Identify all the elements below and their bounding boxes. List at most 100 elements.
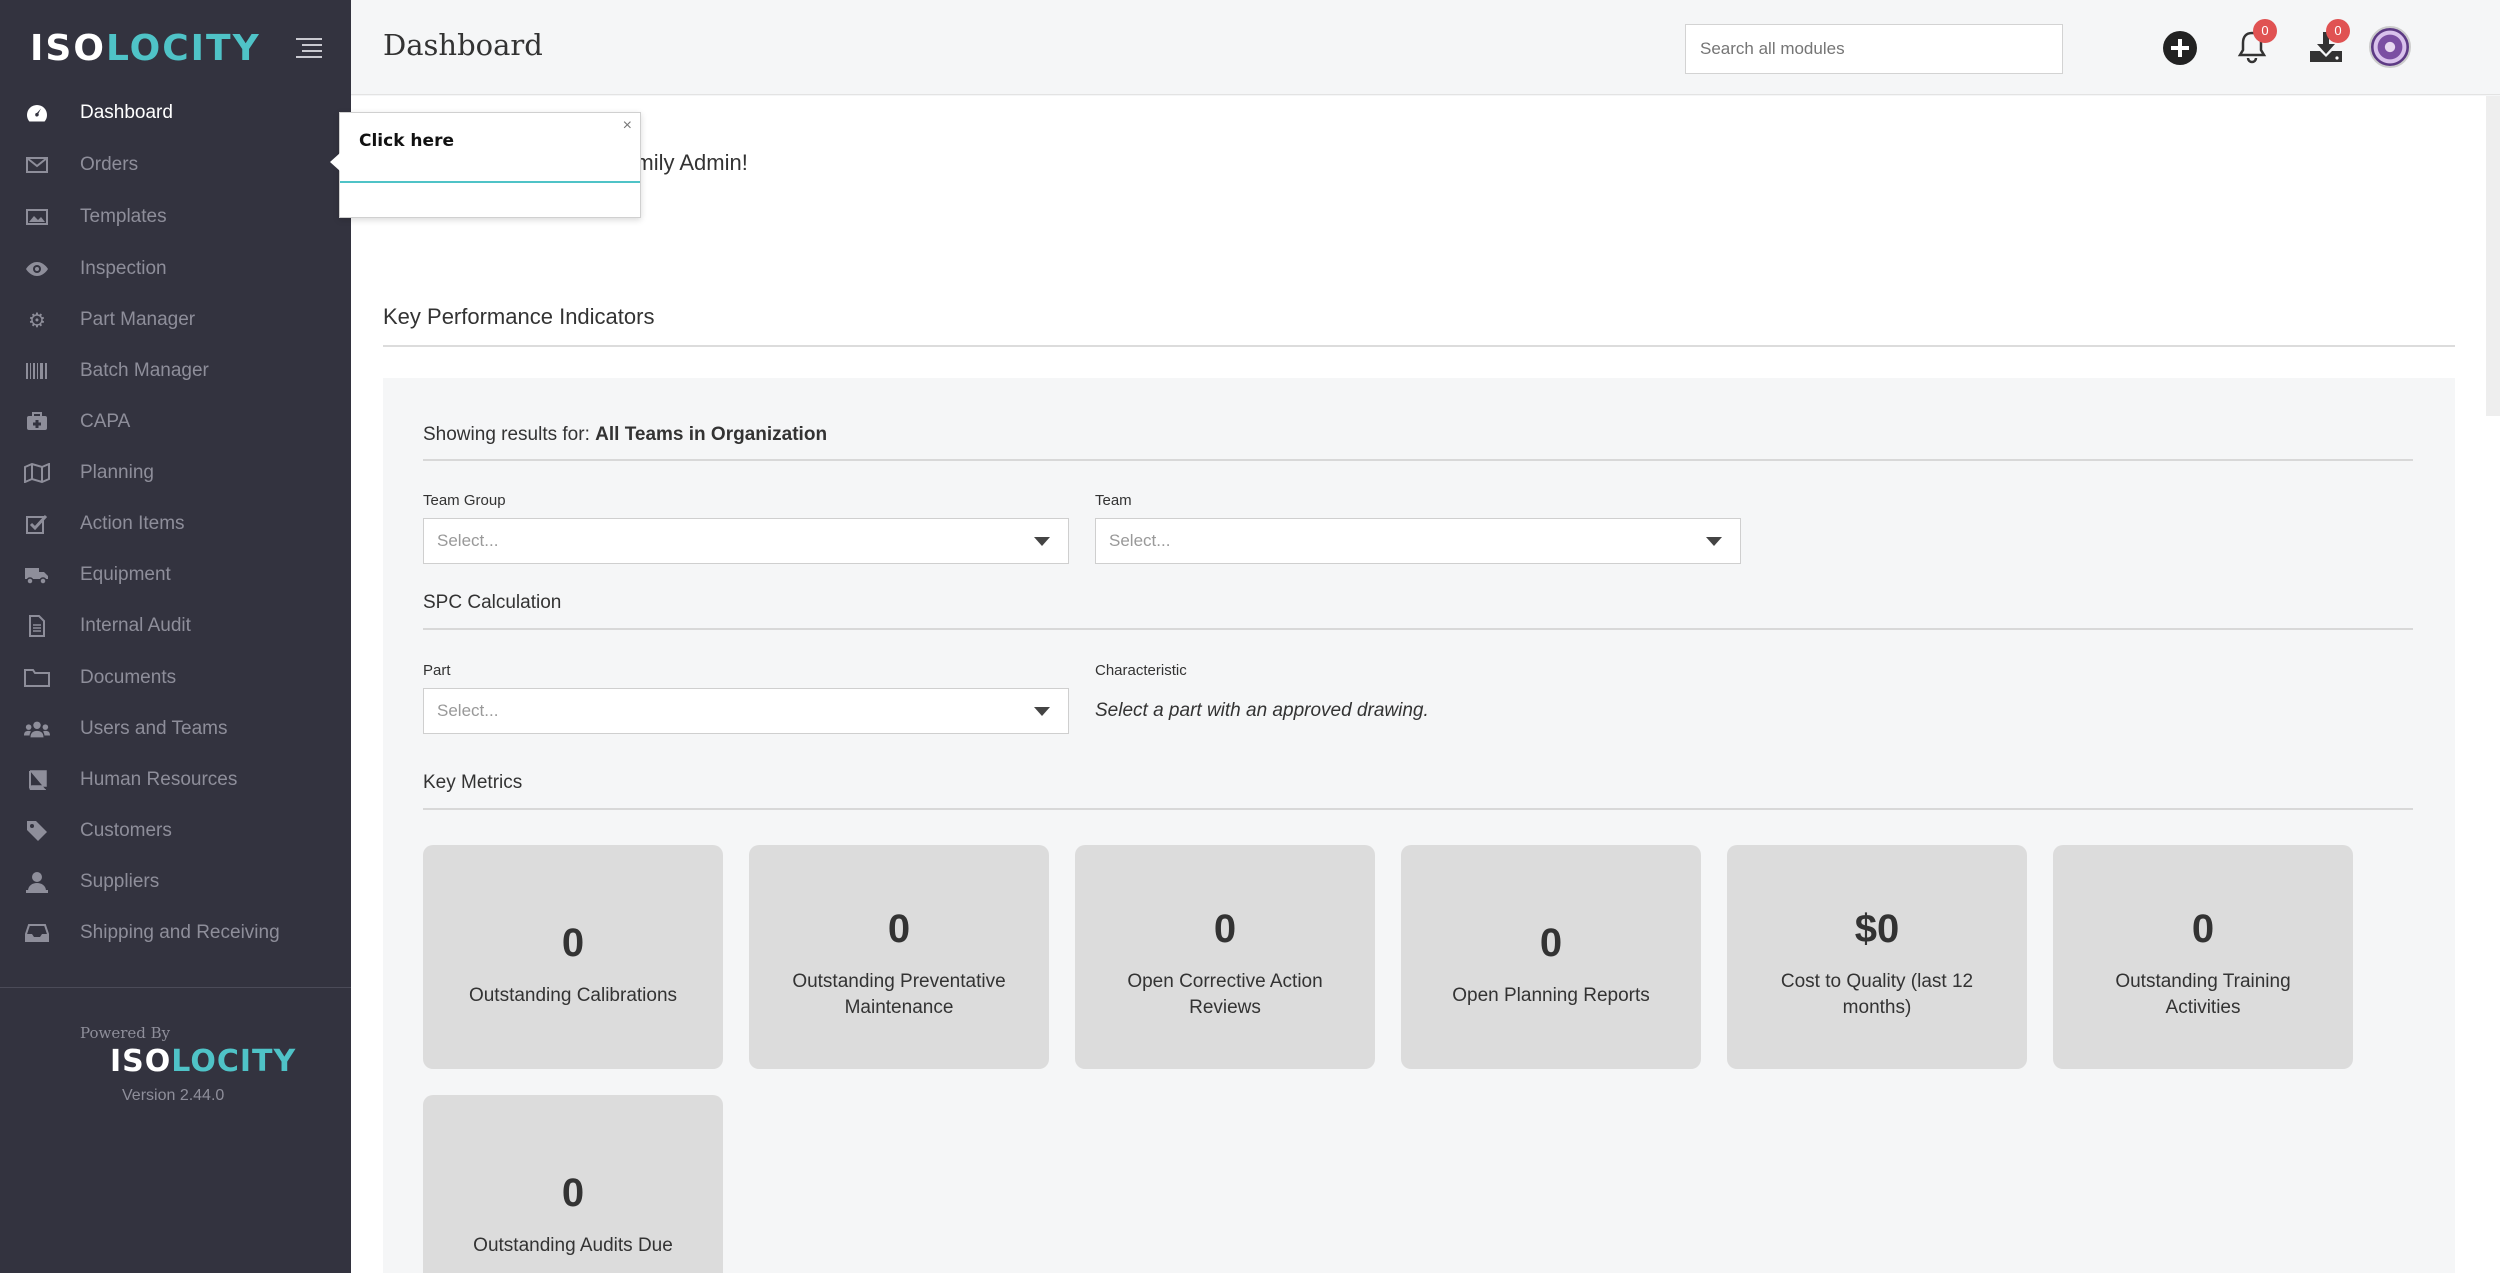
sidebar-item-action-items[interactable]: Action Items — [0, 499, 351, 549]
sidebar-item-orders[interactable]: Orders — [0, 140, 351, 190]
book-icon — [24, 769, 50, 791]
sidebar-item-label: Equipment — [80, 564, 171, 585]
tray-icon — [24, 922, 50, 944]
dashboard-icon — [24, 102, 50, 124]
showing-results: Showing results for: All Teams in Organi… — [423, 424, 828, 445]
tooltip-underline — [340, 181, 640, 183]
sidebar-item-label: Customers — [80, 820, 172, 841]
sidebar-item-templates[interactable]: Templates — [0, 192, 351, 242]
sidebar-item-label: Planning — [80, 462, 154, 483]
version-label: Version 2.44.0 — [122, 1087, 225, 1104]
metric-card-open-planning-reports[interactable]: 0 Open Planning Reports — [1401, 845, 1701, 1069]
sidebar-item-dashboard[interactable]: Dashboard — [0, 88, 351, 138]
image-icon — [24, 206, 50, 228]
team-label: Team — [1095, 492, 1132, 509]
page-title: Dashboard — [383, 28, 543, 62]
gear-icon: ⚙ — [28, 309, 46, 332]
kpi-title: Key Performance Indicators — [383, 304, 655, 329]
metric-label: Outstanding Audits Due — [473, 1235, 673, 1256]
folder-icon — [24, 667, 50, 689]
metric-card-outstanding-training-activities[interactable]: 0 Outstanding Training Activities — [2053, 845, 2353, 1069]
chevron-down-icon — [1034, 707, 1050, 716]
part-label: Part — [423, 662, 451, 679]
spc-calculation-title: SPC Calculation — [423, 592, 562, 613]
sidebar-item-batch-manager[interactable]: Batch Manager — [0, 346, 351, 396]
supplier-icon — [24, 871, 50, 893]
showing-results-value: All Teams in Organization — [595, 424, 828, 445]
sidebar-item-capa[interactable]: CAPA — [0, 397, 351, 447]
file-icon — [24, 615, 50, 637]
sidebar-item-customers[interactable]: Customers — [0, 806, 351, 856]
sidebar-item-label: CAPA — [80, 411, 131, 432]
tag-icon — [24, 820, 50, 842]
chevron-down-icon — [1034, 537, 1050, 546]
downloads-badge: 0 — [2326, 19, 2350, 43]
menu-toggle-icon[interactable] — [296, 38, 322, 58]
metric-value: 0 — [887, 907, 911, 951]
metric-value: 0 — [561, 1171, 585, 1215]
team-group-select[interactable]: Select... — [423, 518, 1069, 564]
sidebar-item-internal-audit[interactable]: Internal Audit — [0, 601, 351, 651]
sidebar-item-label: Documents — [80, 667, 177, 688]
truck-icon — [24, 564, 50, 586]
first-aid-icon — [24, 411, 50, 433]
metric-card-cost-to-quality[interactable]: $0 Cost to Quality (last 12 months) — [1727, 845, 2027, 1069]
metric-card-outstanding-preventative-maintenance[interactable]: 0 Outstanding Preventative Maintenance — [749, 845, 1049, 1069]
metric-value: 0 — [561, 921, 585, 965]
characteristic-hint: Select a part with an approved drawing. — [1095, 700, 1429, 721]
divider — [423, 628, 2413, 630]
sidebar-item-equipment[interactable]: Equipment — [0, 550, 351, 600]
sidebar-item-shipping-and-receiving[interactable]: Shipping and Receiving — [0, 908, 351, 958]
sidebar-divider — [0, 987, 351, 988]
divider — [423, 459, 2413, 461]
sidebar-item-part-manager[interactable]: ⚙ Part Manager — [0, 295, 351, 345]
characteristic-label: Characteristic — [1095, 662, 1187, 679]
eye-icon — [24, 258, 50, 280]
sidebar: ISOLOCITY Dashboard Orders Templates Ins… — [0, 0, 351, 1273]
sidebar-item-label: Templates — [80, 206, 167, 227]
scrollbar[interactable] — [2486, 96, 2500, 416]
metric-label: Open Planning Reports — [1452, 985, 1650, 1006]
sidebar-item-label: Batch Manager — [80, 360, 209, 381]
app-logo[interactable]: ISOLOCITY — [30, 28, 261, 69]
sidebar-item-documents[interactable]: Documents — [0, 653, 351, 703]
metric-label: Open Corrective Action Reviews — [1127, 971, 1323, 1018]
team-group-label: Team Group — [423, 492, 506, 509]
search-input[interactable] — [1685, 24, 2063, 74]
kpi-panel: Showing results for: All Teams in Organi… — [383, 378, 2455, 1273]
avatar[interactable] — [2369, 26, 2411, 68]
key-metrics-title: Key Metrics — [423, 772, 523, 793]
metric-card-outstanding-calibrations[interactable]: 0 Outstanding Calibrations — [423, 845, 723, 1069]
add-icon[interactable] — [2161, 29, 2199, 67]
kpi-divider — [383, 345, 2455, 347]
download-icon[interactable]: 0 — [2308, 19, 2350, 67]
part-select[interactable]: Select... — [423, 688, 1069, 734]
sidebar-item-inspection[interactable]: Inspection — [0, 244, 351, 294]
sidebar-item-label: Suppliers — [80, 871, 160, 892]
sidebar-item-label: Users and Teams — [80, 718, 228, 739]
divider — [423, 808, 2413, 810]
sidebar-item-label: Part Manager — [80, 309, 196, 330]
sidebar-item-suppliers[interactable]: Suppliers — [0, 857, 351, 907]
notifications-bell-icon[interactable]: 0 — [2235, 19, 2277, 67]
guide-tooltip: Click here × — [330, 112, 641, 218]
top-header: Dashboard 0 0 — [351, 0, 2500, 95]
sidebar-item-label: Shipping and Receiving — [80, 922, 280, 943]
tooltip-text[interactable]: Click here — [359, 131, 454, 151]
sidebar-item-label: Inspection — [80, 258, 167, 279]
metric-card-open-corrective-action-reviews[interactable]: 0 Open Corrective Action Reviews — [1075, 845, 1375, 1069]
sidebar-item-label: Human Resources — [80, 769, 238, 790]
sidebar-item-planning[interactable]: Planning — [0, 448, 351, 498]
sidebar-item-users-and-teams[interactable]: Users and Teams — [0, 704, 351, 754]
sidebar-item-label: Orders — [80, 154, 139, 175]
team-select[interactable]: Select... — [1095, 518, 1741, 564]
metric-value: 0 — [1539, 921, 1563, 965]
metric-value: 0 — [1213, 907, 1237, 951]
metric-card-outstanding-audits-due[interactable]: 0 Outstanding Audits Due — [423, 1095, 723, 1273]
metric-value: $0 — [1854, 907, 1900, 951]
sidebar-item-human-resources[interactable]: Human Resources — [0, 755, 351, 805]
metric-value: 0 — [2191, 907, 2215, 951]
close-icon[interactable]: × — [623, 117, 632, 135]
sidebar-item-label: Dashboard — [80, 102, 173, 123]
sidebar-item-label: Internal Audit — [80, 615, 191, 636]
